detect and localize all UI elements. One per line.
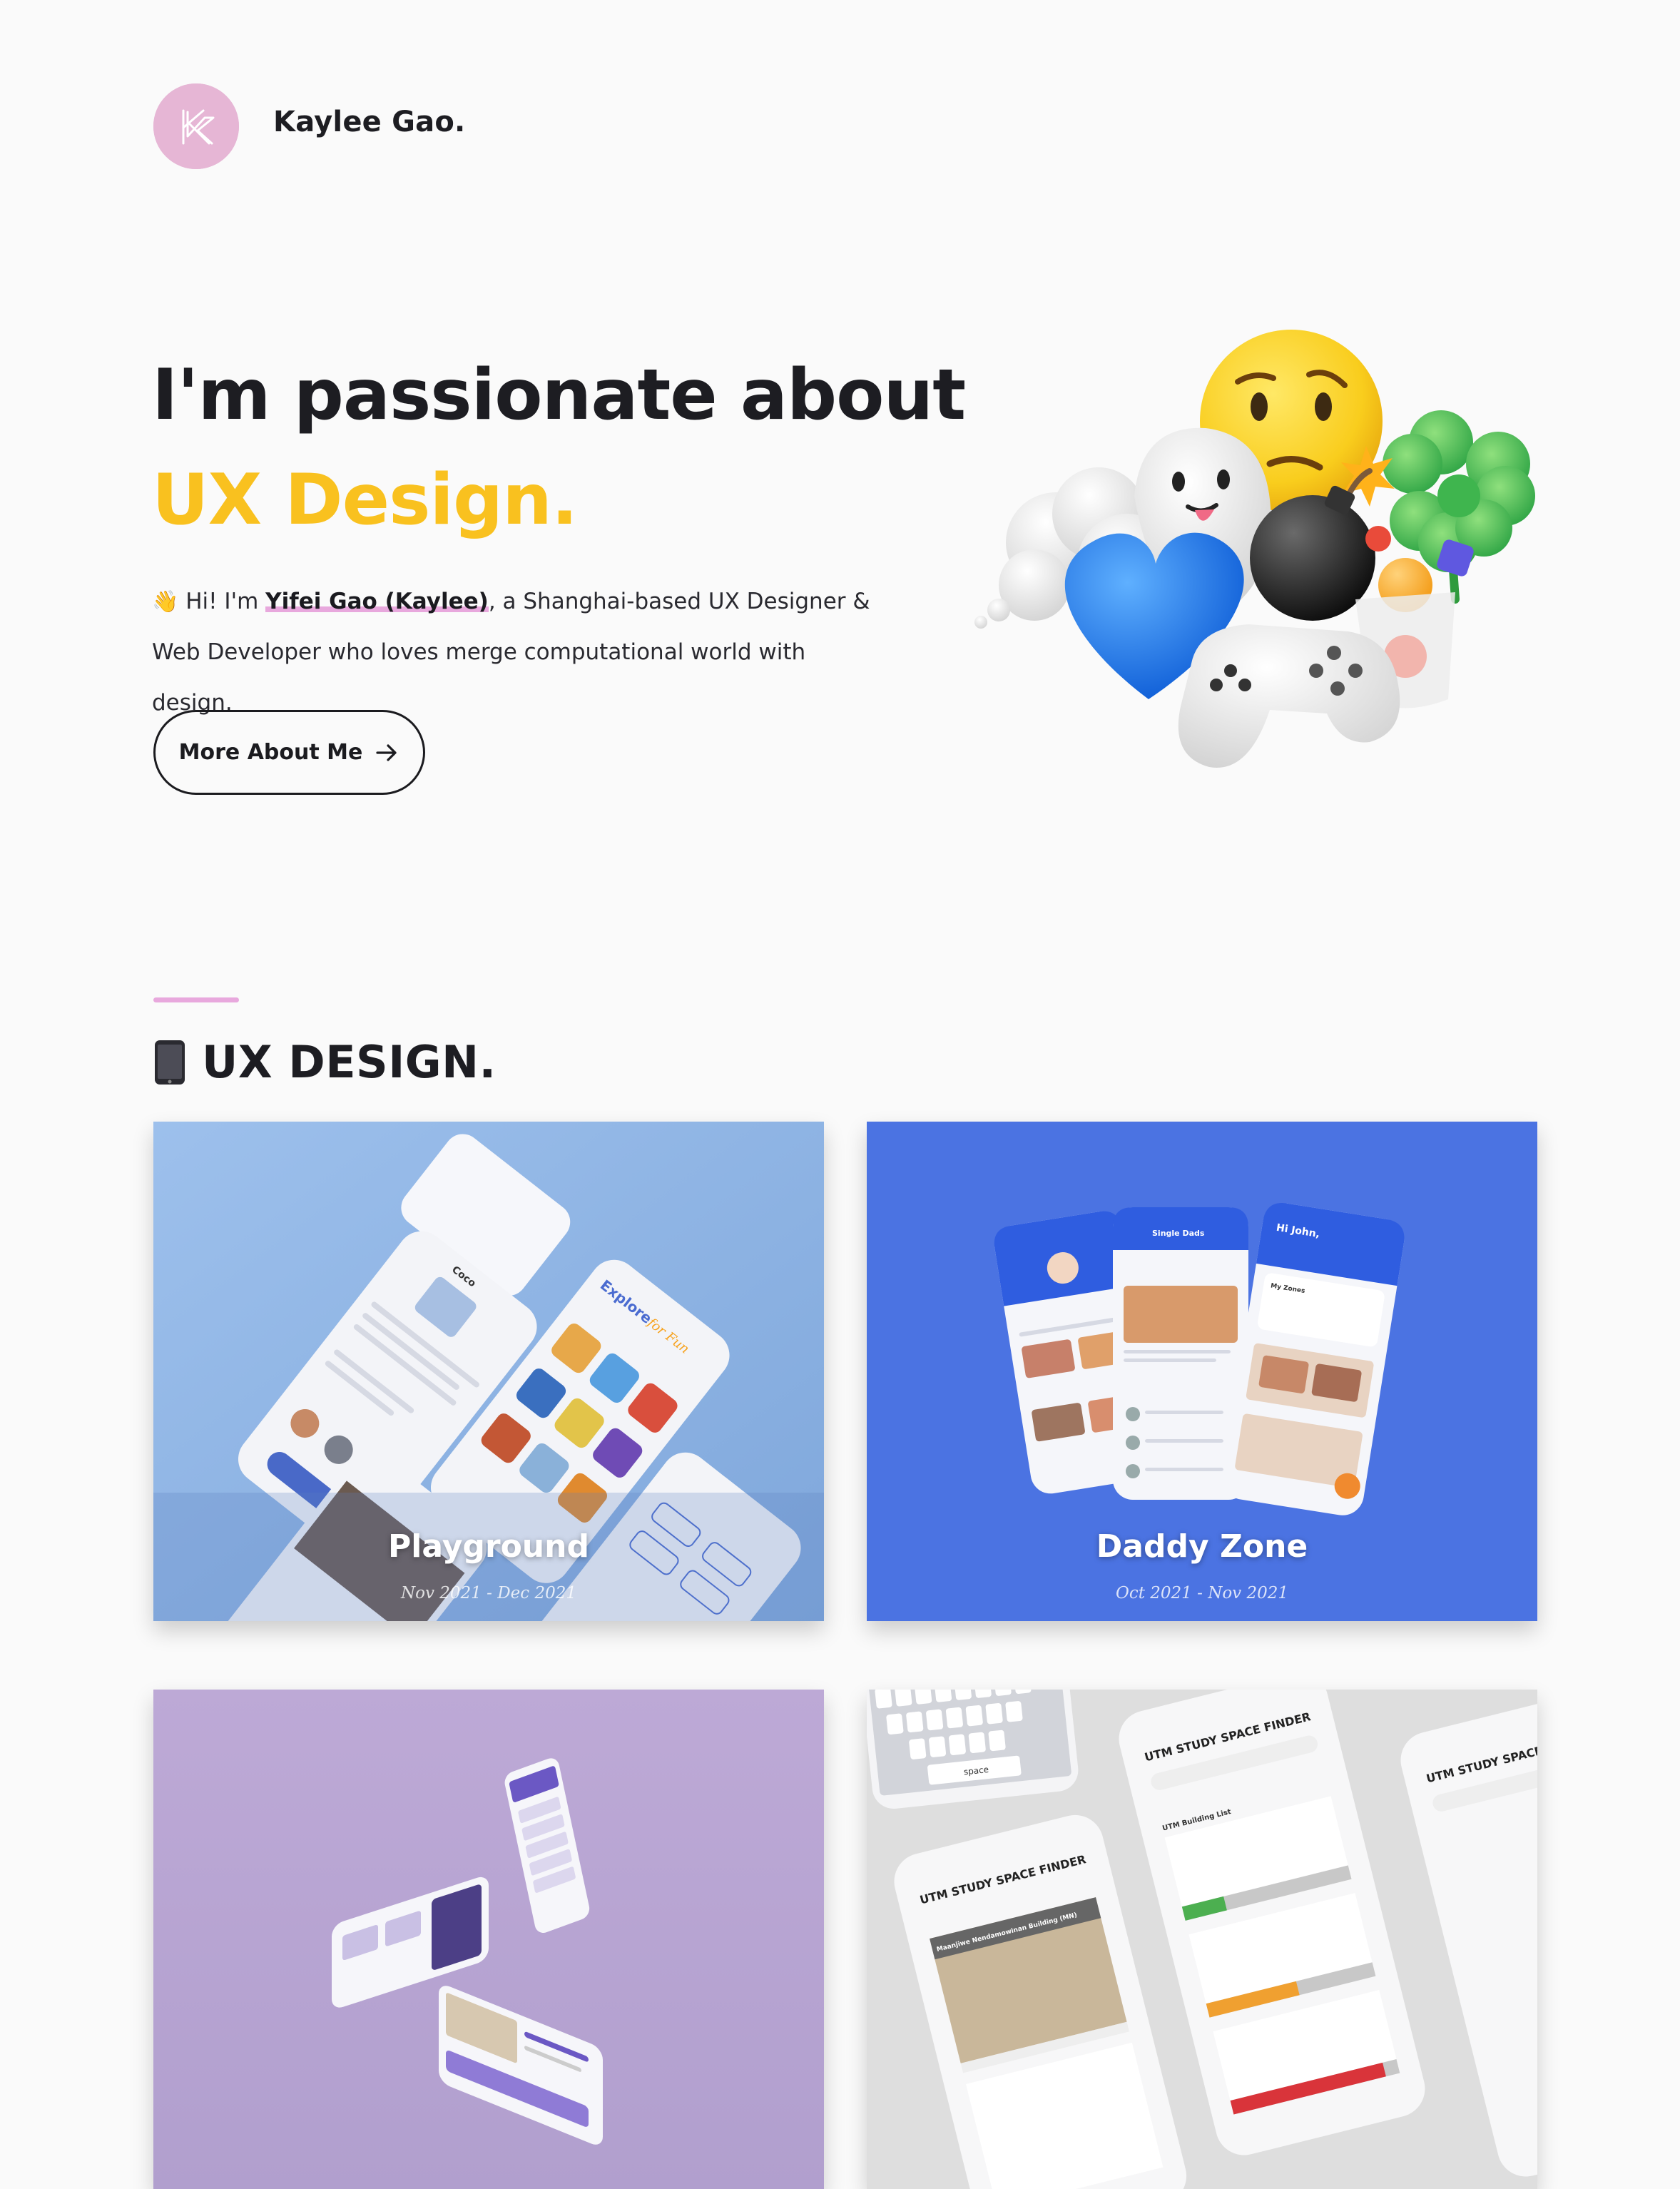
project-title: Daddy Zone bbox=[1096, 1528, 1308, 1565]
arrow-right-icon bbox=[376, 743, 397, 761]
project-card-3[interactable] bbox=[153, 1690, 824, 2189]
project-date: Nov 2021 - Dec 2021 bbox=[401, 1584, 576, 1603]
svg-text:Single Dads: Single Dads bbox=[1152, 1229, 1205, 1238]
more-about-me-button[interactable]: More About Me bbox=[153, 710, 425, 795]
project-card-utm-study-space[interactable]: space UTM STUDY SPACE FINDER Maanjiwe Ne… bbox=[867, 1690, 1537, 2189]
project-date: Oct 2021 - Nov 2021 bbox=[1115, 1584, 1289, 1603]
hero-accent-title: UX Design. bbox=[152, 459, 578, 541]
utm-mockup-image: space UTM STUDY SPACE FINDER Maanjiwe Ne… bbox=[867, 1690, 1537, 2189]
hero-intro: 👋 Hi! I'm Yifei Gao (Kaylee), a Shanghai… bbox=[152, 577, 887, 728]
project-title: Playground bbox=[388, 1528, 589, 1565]
intro-name-highlight: Yifei Gao (Kaylee) bbox=[265, 589, 489, 614]
more-about-me-label: More About Me bbox=[178, 740, 363, 765]
hero-title: I'm passionate about bbox=[152, 355, 966, 436]
project-card-daddy-zone[interactable]: Single Dads Hi John, My Zones Daddy Zone… bbox=[867, 1122, 1537, 1621]
logo-k-mark-icon bbox=[153, 83, 239, 169]
intro-prefix: Hi! I'm bbox=[185, 589, 266, 614]
section-heading: UX DESIGN. bbox=[153, 1036, 497, 1088]
brand-name[interactable]: Kaylee Gao. bbox=[273, 106, 465, 138]
section-title: UX DESIGN. bbox=[202, 1036, 497, 1088]
logo[interactable] bbox=[153, 83, 239, 169]
section-accent-bar bbox=[153, 997, 239, 1002]
isometric-phones-mockup-image bbox=[153, 1690, 824, 2189]
mobile-phone-icon bbox=[155, 1040, 185, 1085]
red-ball-icon bbox=[1365, 526, 1391, 552]
project-card-playground[interactable]: Coco Explore for Fun Playground Nov 2021… bbox=[153, 1122, 824, 1621]
game-controller-icon bbox=[1178, 624, 1400, 768]
waving-hand-icon: 👋 bbox=[152, 589, 179, 614]
hero-emoji-illustration bbox=[974, 330, 1535, 768]
